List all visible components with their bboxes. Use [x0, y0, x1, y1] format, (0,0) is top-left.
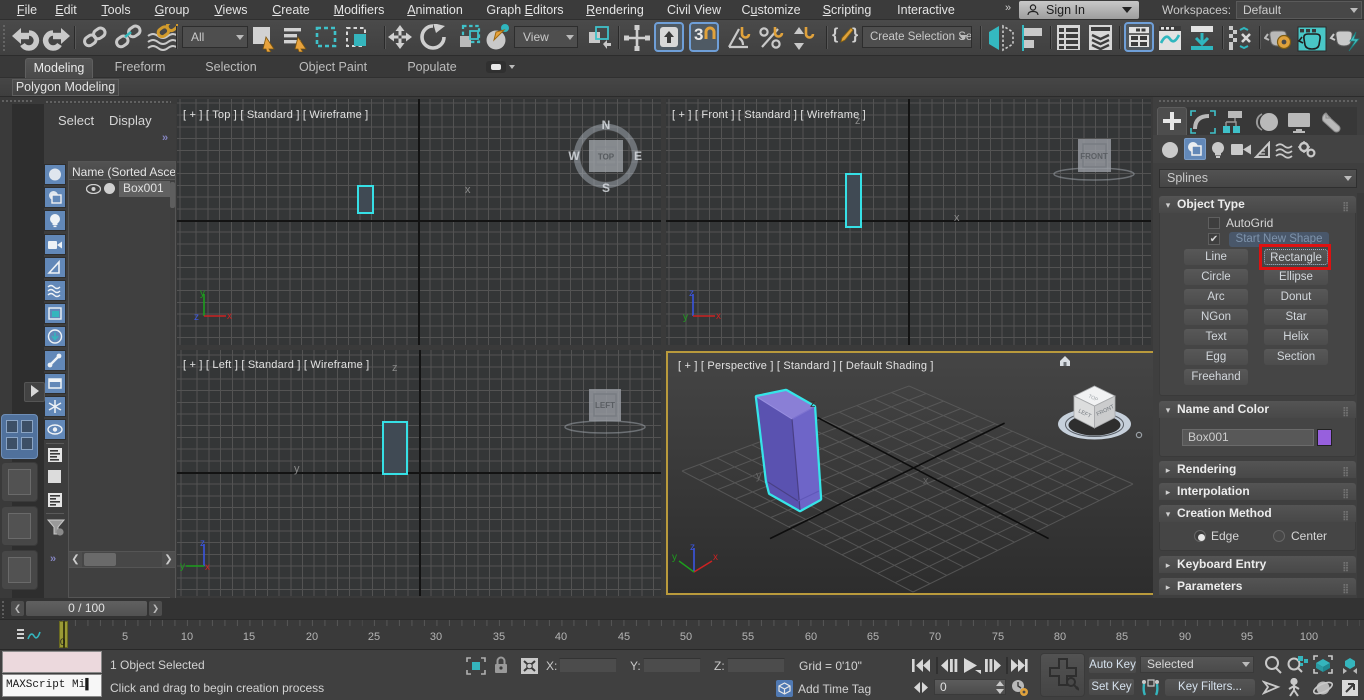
svg-text:x: x — [227, 311, 232, 322]
svg-text:z: z — [200, 538, 205, 549]
svg-text:y: y — [180, 561, 185, 572]
svg-text:FRONT: FRONT — [1080, 152, 1108, 161]
svg-text:N: N — [602, 118, 611, 132]
svg-text:y: y — [672, 552, 677, 563]
svg-text:y: y — [683, 312, 688, 322]
svg-text:z: z — [194, 312, 199, 322]
svg-text:x: x — [713, 552, 718, 563]
svg-text:z: z — [690, 542, 695, 553]
svg-text:x: x — [205, 562, 210, 572]
svg-text:TOP: TOP — [598, 153, 615, 162]
svg-text:z: z — [689, 288, 694, 299]
svg-text:y: y — [200, 288, 205, 299]
svg-text:LEFT: LEFT — [595, 401, 615, 410]
svg-text:E: E — [634, 149, 642, 163]
svg-text:W: W — [568, 149, 580, 163]
svg-text:x: x — [716, 311, 721, 322]
svg-text:S: S — [602, 181, 610, 195]
